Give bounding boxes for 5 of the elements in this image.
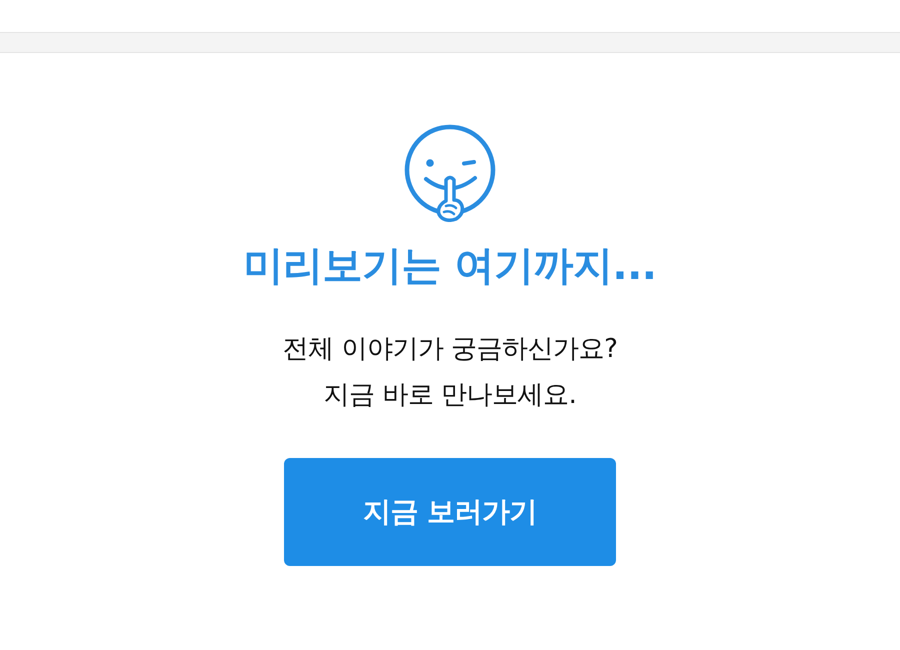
shush-face-icon — [402, 122, 498, 222]
preview-end-title: 미리보기는 여기까지... — [243, 242, 656, 290]
message-text: 전체 이야기가 궁금하신가요? — [282, 333, 618, 366]
message-text: 지금 바로 만나보세요. — [324, 379, 576, 412]
watch-now-button[interactable]: 지금 보러가기 — [284, 458, 616, 566]
